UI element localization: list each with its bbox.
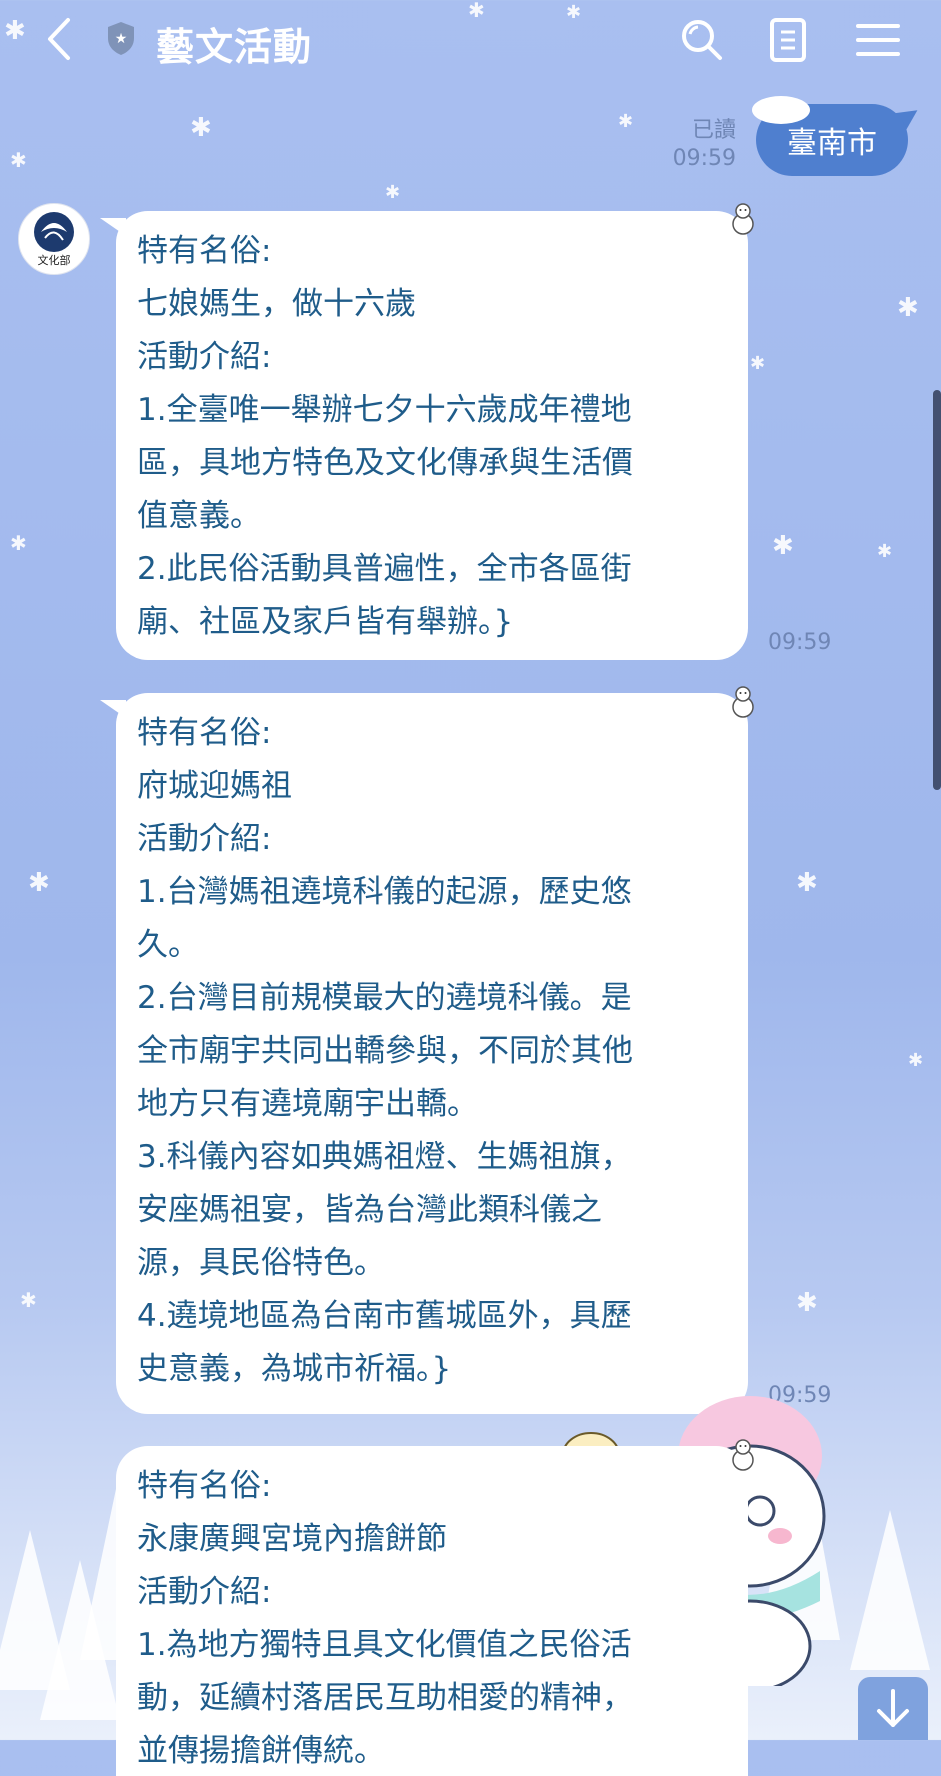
received-message-bubble[interactable]: 特有名俗: 府城迎媽祖 活動介紹: 1.台灣媽祖遶境科儀的起源，歷史悠 久。 2… [116, 693, 748, 1414]
received-message-bubble[interactable]: 特有名俗: 永康廣興宮境內擔餅節 活動介紹: 1.為地方獨特且具文化價值之民俗活… [116, 1446, 748, 1776]
message-line: 久。 [137, 927, 199, 963]
avatar-logo-text: 文化部 [38, 253, 71, 267]
message-line: 活動介紹: [137, 339, 272, 375]
read-receipt: 已讀 [691, 118, 736, 143]
message-time: 09:59 [768, 630, 832, 655]
menu-icon[interactable] [852, 14, 904, 66]
message-line: 七娘媽生，做十六歲 [137, 286, 416, 322]
message-line: 3.科儀內容如典媽祖燈、生媽祖旗， [137, 1139, 632, 1175]
official-shield-icon: ★ [108, 22, 134, 55]
sent-time: 09:59 [672, 146, 736, 171]
message-line: 活動介紹: [137, 821, 272, 857]
snow-cap-decoration [752, 96, 810, 124]
chat-title: 藝文活動 [156, 25, 313, 69]
search-icon[interactable] [676, 14, 728, 66]
message-line: 源，具民俗特色。 [137, 1245, 385, 1281]
arrow-down-icon [877, 1689, 909, 1727]
received-message-bubble[interactable]: 特有名俗: 七娘媽生，做十六歲 活動介紹: 1.全臺唯一舉辦七夕十六歲成年禮地 … [116, 211, 748, 660]
message-line: 全市廟宇共同出轎參與，不同於其他 [137, 1033, 633, 1069]
message-line: 2.台灣目前規模最大的遶境科儀。是 [137, 980, 632, 1016]
message-line: 1.為地方獨特且具文化價值之民俗活 [137, 1627, 632, 1663]
message-line: 永康廣興宮境內擔餅節 [137, 1521, 447, 1557]
message-line: 地方只有遶境廟宇出轎。 [137, 1086, 478, 1122]
message-line: 並傳揚擔餅傳統。 [137, 1733, 385, 1769]
snowman-decoration-icon [732, 203, 754, 235]
message-line: 值意義。 [137, 498, 261, 534]
snowman-decoration-icon [732, 686, 754, 718]
message-line: 史意義，為城市祈福。} [137, 1351, 452, 1387]
svg-text:★: ★ [115, 31, 128, 47]
message-line: 1.全臺唯一舉辦七夕十六歲成年禮地 [137, 392, 632, 428]
message-line: 4.遶境地區為台南市舊城區外，具歷 [137, 1298, 632, 1334]
message-line: 府城迎媽祖 [137, 768, 292, 804]
message-line: 2.此民俗活動具普遍性，全市各區街 [137, 551, 632, 587]
message-line: 1.台灣媽祖遶境科儀的起源，歷史悠 [137, 874, 632, 910]
snowman-decoration-icon [732, 1439, 754, 1471]
chat-header: ★ 藝文活動 [0, 0, 941, 80]
message-line: 動，延續村落居民互助相愛的精神， [137, 1680, 633, 1716]
message-line: 區，具地方特色及文化傳承與生活價 [137, 445, 633, 481]
message-line: 活動介紹: [137, 1574, 272, 1610]
message-line: 安座媽祖宴，皆為台灣此類科儀之 [137, 1192, 602, 1228]
avatar[interactable]: 文化部 [18, 203, 90, 275]
scroll-to-bottom-button[interactable] [858, 1677, 928, 1740]
message-line: 特有名俗: [137, 1468, 272, 1504]
notes-icon[interactable] [762, 14, 814, 66]
scrollbar[interactable] [933, 390, 941, 790]
message-line: 特有名俗: [137, 233, 272, 269]
back-chevron-icon[interactable] [40, 14, 80, 64]
sent-message-text: 臺南市 [787, 126, 877, 161]
message-line: 特有名俗: [137, 715, 272, 751]
message-line: 廟、社區及家戶皆有舉辦。} [137, 604, 514, 640]
ministry-logo-icon: 文化部 [34, 212, 74, 267]
